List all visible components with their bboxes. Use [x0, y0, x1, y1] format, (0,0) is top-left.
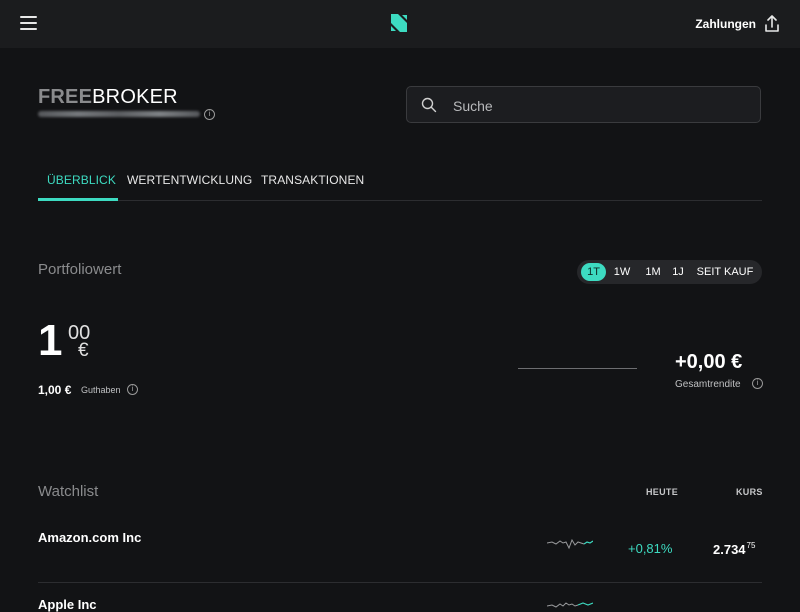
- brand-free: FREE: [38, 86, 93, 108]
- portfolio-sparkline: [518, 368, 637, 369]
- info-icon[interactable]: i: [127, 384, 138, 395]
- active-tab-indicator: [38, 198, 118, 201]
- row-divider: [38, 582, 762, 583]
- stock-sparkline: [547, 538, 593, 550]
- info-icon[interactable]: i: [752, 378, 763, 389]
- tab-overview[interactable]: ÜBERBLICK: [47, 173, 116, 187]
- tab-transactions[interactable]: TRANSAKTIONEN: [261, 173, 364, 187]
- search-box[interactable]: [406, 86, 761, 124]
- stock-price-decimals: 75: [746, 541, 756, 550]
- portfolio-value-currency: €: [78, 340, 89, 361]
- search-input[interactable]: [451, 87, 755, 124]
- portfolio-title: Portfoliowert: [38, 261, 122, 278]
- stock-price: 2.73475: [713, 541, 755, 557]
- watchlist-title: Watchlist: [38, 483, 99, 500]
- total-return-value: +0,00 €: [675, 351, 743, 373]
- upload-icon: [765, 15, 779, 32]
- hamburger-icon[interactable]: [20, 16, 37, 30]
- s-logo-icon[interactable]: [388, 12, 410, 34]
- payments-button[interactable]: Zahlungen: [695, 14, 780, 34]
- portfolio-value-integer: 1: [38, 316, 63, 365]
- top-bar: Zahlungen: [0, 0, 800, 48]
- range-since-purchase[interactable]: SEIT KAUF: [695, 263, 755, 281]
- info-icon[interactable]: i: [204, 109, 215, 120]
- range-1m[interactable]: 1M: [642, 263, 664, 281]
- search-icon: [421, 97, 437, 113]
- tab-bar: ÜBERBLICK WERTENTWICKLUNG TRANSAKTIONEN: [38, 162, 762, 201]
- payments-label: Zahlungen: [695, 17, 756, 31]
- balance-label: Guthaben: [81, 385, 121, 395]
- range-1t[interactable]: 1T: [581, 263, 606, 281]
- tab-performance[interactable]: WERTENTWICKLUNG: [127, 173, 252, 187]
- brand-broker: BROKER: [92, 86, 178, 108]
- stock-name[interactable]: Amazon.com Inc: [38, 530, 141, 545]
- stock-price-main: 2.734: [713, 542, 746, 557]
- brand-wordmark: FREEBROKER: [38, 86, 178, 109]
- balance-value: 1,00 €: [38, 383, 72, 397]
- range-1j[interactable]: 1J: [672, 263, 684, 281]
- account-id-redacted: [38, 111, 200, 117]
- total-return-label: Gesamtrendite: [675, 379, 741, 390]
- column-price: KURS: [736, 487, 763, 497]
- range-1w[interactable]: 1W: [611, 263, 633, 281]
- stock-sparkline: [547, 602, 593, 608]
- column-today: HEUTE: [646, 487, 679, 497]
- stock-change-today: +0,81%: [628, 541, 673, 556]
- time-range-selector: 1T 1W 1M 1J SEIT KAUF: [577, 260, 762, 284]
